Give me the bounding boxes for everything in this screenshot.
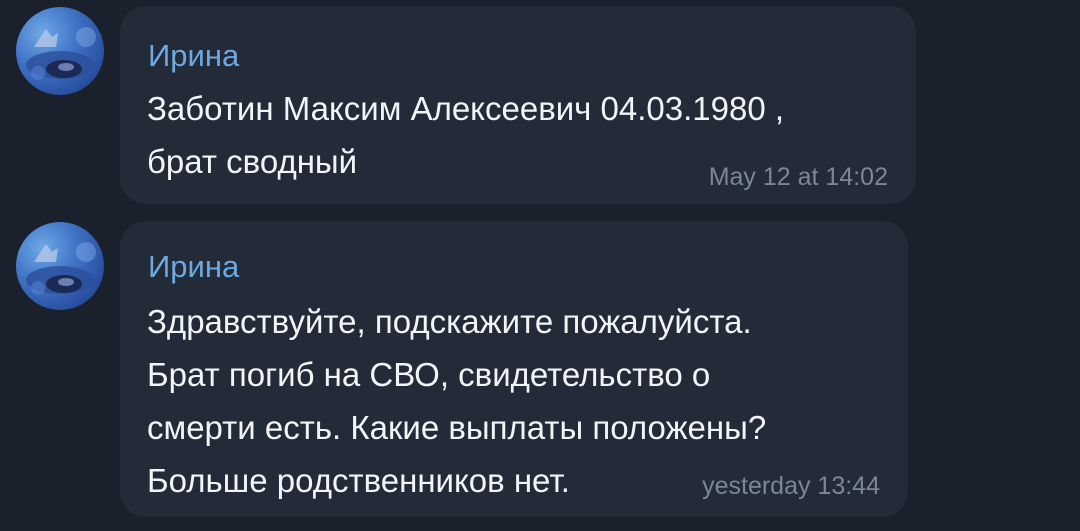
message-text: Здравствуйте, подскажите пожалуйста. Бра…	[147, 303, 767, 499]
message-bubble[interactable]: Ирина Здравствуйте, подскажите пожалуйст…	[120, 221, 908, 517]
message-timestamp: May 12 at 14:02	[708, 163, 888, 191]
avatar-photo-icon	[26, 27, 96, 80]
avatar[interactable]	[16, 222, 104, 310]
message-timestamp: yesterday 13:44	[702, 472, 880, 500]
avatar[interactable]	[16, 7, 104, 95]
message-bubble[interactable]: Ирина Заботин Максим Алексеевич 04.03.19…	[120, 6, 916, 204]
avatar-photo-icon	[26, 242, 96, 295]
sender-name[interactable]: Ирина	[148, 249, 239, 285]
chat-view: Ирина Заботин Максим Алексеевич 04.03.19…	[0, 0, 1080, 531]
sender-name[interactable]: Ирина	[148, 38, 239, 74]
message-text: Заботин Максим Алексеевич 04.03.1980 , б…	[147, 90, 785, 180]
